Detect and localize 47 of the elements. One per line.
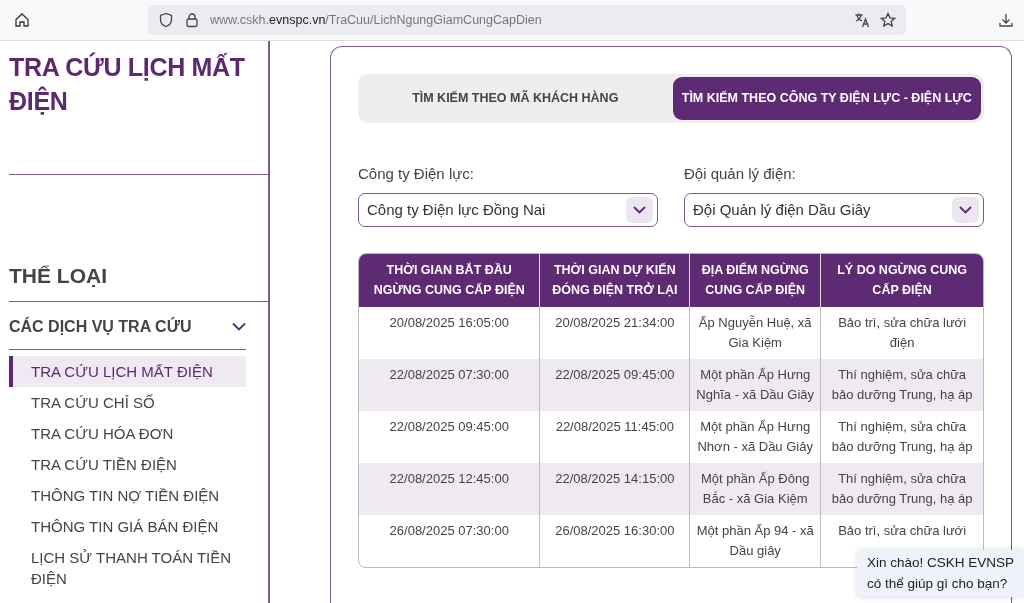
group-label: CÁC DỊCH VỤ TRA CỨU — [9, 316, 192, 337]
sidebar-item[interactable]: TRA CỨU CHỈ SỐ — [9, 386, 246, 418]
sidebar-item[interactable]: TRA CỨU HÓA ĐƠN — [9, 417, 246, 449]
table-cell: 22/08/2025 14:15:00 — [539, 463, 690, 515]
lock-icon[interactable] — [184, 12, 200, 28]
table-cell: Thí nghiệm, sửa chữa bảo dưỡng Trung, hạ áp — [820, 463, 983, 515]
download-icon[interactable] — [998, 12, 1014, 28]
sidebar-item[interactable]: THÔNG TIN NỢ TIỀN ĐIỆN — [9, 479, 246, 511]
chat-message-line: có thể giúp gì cho bạn? — [867, 574, 1009, 593]
table-cell: Một phần Ấp Hưng Nghĩa - xã Dầu Giây — [689, 359, 821, 411]
translate-icon[interactable] — [854, 12, 870, 28]
search-tab[interactable]: TÌM KIẾM THEO MÃ KHÁCH HÀNG — [361, 77, 670, 120]
column-header: LÝ DO NGỪNG CUNG CẤP ĐIỆN — [820, 254, 983, 307]
dropdown-field[interactable]: Đội Quản lý điện Dầu Giây — [684, 193, 984, 228]
dropdown-value: Đội Quản lý điện Dầu Giây — [693, 200, 871, 220]
shield-icon[interactable] — [158, 12, 174, 28]
table-cell: 26/08/2025 07:30:00 — [359, 515, 540, 567]
home-icon[interactable] — [14, 12, 30, 28]
table-cell: 22/08/2025 07:30:00 — [359, 359, 540, 411]
sidebar-item[interactable]: LỊCH SỬ THANH TOÁN TIỀN ĐIỆN — [9, 541, 246, 594]
table-cell: Thí nghiệm, sửa chữa bảo dưỡng Trung, hạ áp — [820, 359, 983, 411]
dropdown-field[interactable]: Công ty Điện lực Đồng Nai — [358, 193, 658, 228]
field-label: Công ty Điện lực: — [358, 163, 475, 184]
table-cell: 22/08/2025 09:45:00 — [359, 411, 540, 463]
search-tab[interactable]: TÌM KIẾM THEO CÔNG TY ĐIỆN LỰC - ĐIỆN LỰC — [672, 77, 981, 120]
services-group-header[interactable]: CÁC DỊCH VỤ TRA CỨU — [9, 301, 246, 350]
table-cell: 20/08/2025 16:05:00 — [359, 307, 540, 359]
sidebar-item[interactable]: TRA CỨU TIỀN ĐIỆN — [9, 448, 246, 480]
sidebar-item[interactable]: TRA CỨU LỊCH MẤT ĐIỆN — [9, 355, 246, 387]
column-header: ĐỊA ĐIỂM NGỪNG CUNG CẤP ĐIỆN — [689, 254, 821, 307]
chevron-icon[interactable] — [232, 322, 246, 331]
table-cell: 22/08/2025 12:45:00 — [359, 463, 540, 515]
dropdown-value: Công ty Điện lực Đồng Nai — [367, 200, 546, 220]
page-title: TRA CỨU LỊCH MẤT ĐIỆN — [9, 41, 268, 175]
field-label: Đội quản lý điện: — [684, 163, 797, 184]
address-bar[interactable]: www.cskh.evnspc.vn/TraCuu/LichNgungGiamCungCapDien — [148, 5, 906, 35]
url-text: www.cskh.evnspc.vn/TraCuu/LichNgungGiamCungCapDien — [210, 11, 543, 29]
column-header: THỜI GIAN BẮT ĐẦU NGỪNG CUNG CẤP ĐIỆN — [359, 254, 540, 307]
table-cell: Một phần Ấp Đông Bắc - xã Gia Kiệm — [689, 463, 821, 515]
category-heading: THỂ LOẠI — [9, 260, 268, 302]
column-header: THỜI GIAN DỰ KIẾN ĐÓNG ĐIỆN TRỞ LẠI — [539, 254, 690, 307]
table-cell: 26/08/2025 16:30:00 — [539, 515, 690, 567]
table-cell: 22/08/2025 09:45:00 — [539, 359, 690, 411]
chat-bubble[interactable]: Xin chào! CSKH EVNSP có thể giúp gì cho bạn? — [857, 550, 1024, 597]
star-icon[interactable] — [880, 12, 896, 28]
table-cell: Một phần Ấp 94 - xã Dầu giây — [689, 515, 821, 567]
sidebar-item[interactable]: THÔNG TIN GIÁ BÁN ĐIỆN — [9, 510, 246, 542]
